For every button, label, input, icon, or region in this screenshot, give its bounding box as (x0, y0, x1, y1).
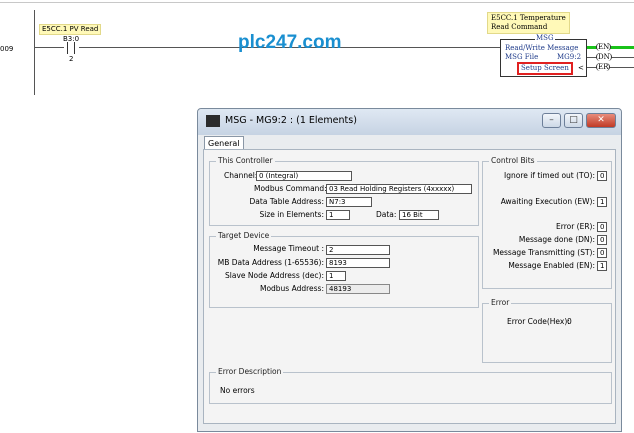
this-controller-caption: This Controller (216, 156, 275, 166)
er-field[interactable]: 0 (597, 222, 607, 232)
error-code-label: Error Code(Hex): (507, 317, 570, 326)
close-button[interactable]: ✕ (586, 113, 616, 128)
en-field[interactable]: 1 (597, 261, 607, 271)
ew-field[interactable]: 1 (597, 197, 607, 207)
modbus-command-label: Modbus Command: (254, 184, 327, 193)
msg-app-icon (206, 115, 220, 127)
error-caption: Error (489, 298, 512, 308)
error-description-caption: Error Description (216, 367, 284, 377)
modbus-command-field[interactable]: 03 Read Holding Registers (4xxxxx) (326, 184, 472, 194)
error-description-group: Error Description No errors (209, 367, 612, 404)
dn-label: Message done (DN): (518, 235, 595, 244)
dialog-title: MSG - MG9:2 : (1 Elements) (225, 115, 357, 126)
en-label: Message Enabled (EN): (508, 261, 595, 270)
minimize-button[interactable]: – (542, 113, 561, 128)
coil-er[interactable]: ER (596, 63, 611, 71)
setup-arrow: < (578, 64, 584, 72)
setup-screen-button[interactable]: Setup Screen (517, 62, 573, 75)
tab-general[interactable]: General (204, 136, 244, 150)
er-wire (587, 67, 634, 68)
dn-field[interactable]: 0 (597, 235, 607, 245)
error-code-value: 0 (567, 317, 572, 326)
watermark: plc247.com (238, 32, 342, 53)
size-label: Size in Elements: (259, 210, 325, 219)
data-field[interactable]: 16 Bit (399, 210, 439, 220)
size-field[interactable]: 1 (326, 210, 350, 220)
control-bits-group: Control Bits Ignore if timed out (TO): 0… (482, 156, 612, 289)
coil-dn[interactable]: DN (596, 53, 612, 61)
st-field[interactable]: 0 (597, 248, 607, 258)
slave-node-address-label: Slave Node Address (dec): (225, 271, 324, 280)
channel-label: Channel: (224, 171, 258, 180)
coil-en-label: EN (598, 43, 610, 51)
coil-er-label: ER (598, 63, 609, 71)
coil-en[interactable]: EN (596, 43, 612, 51)
top-separator (0, 2, 634, 3)
data-label: Data: (376, 210, 397, 219)
slave-node-address-field[interactable]: 1 (326, 271, 346, 281)
to-label: Ignore if timed out (TO): (504, 171, 595, 180)
error-description-text: No errors (220, 386, 255, 395)
st-label: Message Transmitting (ST): (492, 248, 595, 257)
msg-dialog: MSG - MG9:2 : (1 Elements) – □ ✕ General… (197, 108, 622, 432)
rung-wire-left (35, 47, 64, 48)
data-table-address-field[interactable]: N7:3 (326, 197, 372, 207)
error-group: Error Error Code(Hex): 0 (482, 298, 612, 363)
target-device-group: Target Device Message Timeout : 2 MB Dat… (209, 231, 479, 308)
pv-read-tag[interactable]: E5CC.1 PV Read (39, 24, 102, 35)
msg-header: MSG (535, 34, 555, 42)
contact-right-bar (74, 42, 75, 54)
msg-instruction-name: Read/Write Message (505, 44, 579, 52)
xic-contact[interactable] (64, 42, 79, 54)
msg-tag[interactable]: E5CC.1 Temperature Read Command (487, 12, 570, 34)
ladder-rung: 009 E5CC.1 PV Read B3:0 2 plc247.com E5C… (0, 0, 634, 95)
channel-field[interactable]: 0 (Integral) (256, 171, 352, 181)
coil-dn-label: DN (598, 53, 610, 61)
to-field[interactable]: 0 (597, 171, 607, 181)
msg-file-label: MSG File (505, 53, 539, 61)
msg-tag-line2: Read Command (491, 23, 548, 31)
modbus-address-field: 48193 (326, 284, 390, 294)
maximize-button[interactable]: □ (564, 113, 583, 128)
contact-bit: 2 (69, 55, 74, 63)
msg-instruction-box[interactable]: MSG Read/Write Message MSG File MG9:2 Se… (500, 34, 587, 77)
modbus-address-label: Modbus Address: (259, 284, 324, 293)
message-timeout-field[interactable]: 2 (326, 245, 390, 255)
control-bits-caption: Control Bits (489, 156, 537, 166)
ew-label: Awaiting Execution (EW): (500, 197, 595, 206)
mb-data-address-field[interactable]: 8193 (326, 258, 390, 268)
this-controller-group: This Controller Channel: 0 (Integral) Mo… (209, 156, 479, 226)
er-label: Error (ER): (556, 222, 595, 231)
msg-tag-line1: E5CC.1 Temperature (491, 14, 566, 22)
msg-file-value: MG9:2 (557, 53, 582, 61)
rung-number: 009 (0, 45, 14, 53)
target-device-caption: Target Device (216, 231, 272, 241)
title-bar[interactable]: MSG - MG9:2 : (1 Elements) – □ ✕ (198, 109, 621, 135)
general-panel: This Controller Channel: 0 (Integral) Mo… (203, 149, 616, 424)
left-power-rail (34, 10, 35, 95)
message-timeout-label: Message Timeout : (253, 244, 324, 253)
mb-data-address-label: MB Data Address (1-65536): (217, 258, 324, 267)
data-table-address-label: Data Table Address: (249, 197, 324, 206)
contact-left-bar (67, 42, 68, 54)
